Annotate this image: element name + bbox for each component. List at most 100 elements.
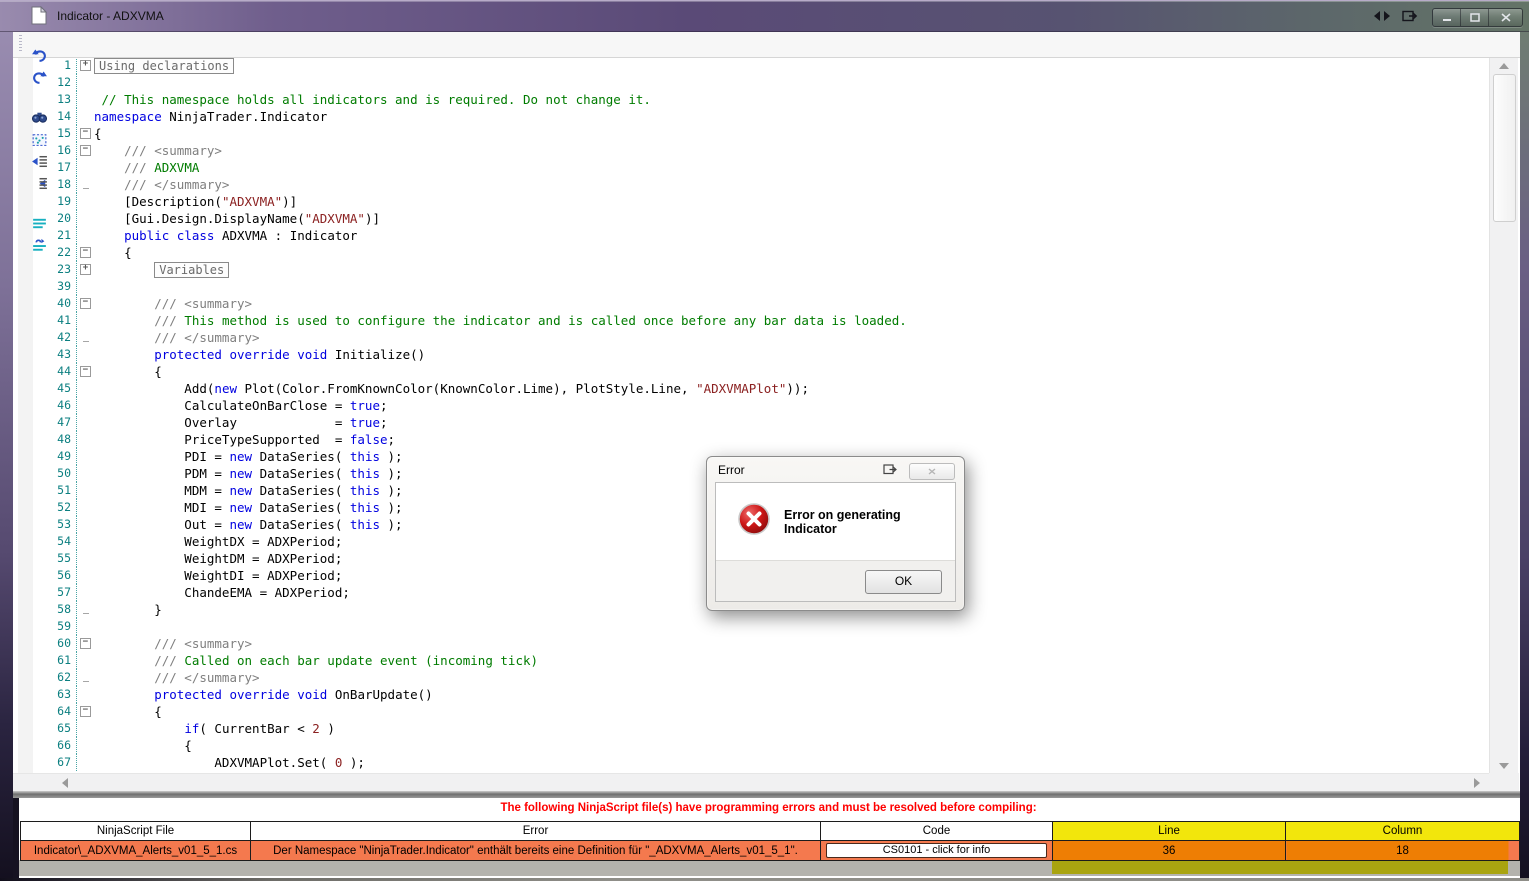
- fold-end-marker: [82, 188, 89, 189]
- fold-margin: −: [76, 363, 94, 380]
- code-text: /// </summary>: [94, 670, 260, 685]
- fold-margin: [76, 584, 94, 601]
- code-text: PriceTypeSupported = false;: [94, 432, 396, 447]
- undo-icon[interactable]: [28, 44, 51, 66]
- outdent-icon[interactable]: [28, 150, 51, 172]
- line-number: 65: [57, 721, 71, 735]
- code-text: ADXVMAPlot.Set( 0 );: [94, 755, 365, 770]
- error-code-button[interactable]: CS0101 - click for info: [826, 843, 1047, 858]
- fold-margin: [76, 652, 94, 669]
- minimize-button[interactable]: [1433, 9, 1461, 26]
- line-number: 45: [57, 381, 71, 395]
- scroll-down-icon[interactable]: [1490, 757, 1518, 774]
- fold-margin: [76, 278, 94, 295]
- find-icon[interactable]: [28, 106, 51, 128]
- fold-expand-icon[interactable]: +: [80, 264, 91, 275]
- indent-icon[interactable]: [28, 172, 51, 194]
- fold-margin: −: [76, 703, 94, 720]
- window-title: Indicator - ADXVMA: [57, 9, 164, 23]
- code-line: 42 /// </summary>: [13, 329, 1489, 346]
- code-line: 39: [13, 278, 1489, 295]
- collapsed-region-box[interactable]: Using declarations: [94, 58, 235, 74]
- line-number: 51: [57, 483, 71, 497]
- fold-margin: +: [76, 57, 94, 74]
- line-number: 67: [57, 755, 71, 769]
- error-cell: Der Namespace "NinjaTrader.Indicator" en…: [250, 840, 821, 861]
- code-line: 66 {: [13, 737, 1489, 754]
- window-frame-right: [1520, 31, 1529, 878]
- fold-collapse-icon[interactable]: −: [80, 366, 91, 377]
- code-text: {: [94, 364, 162, 379]
- redo-icon[interactable]: [28, 66, 51, 88]
- fold-collapse-icon[interactable]: −: [80, 706, 91, 717]
- line-number: 53: [57, 517, 71, 531]
- dialog-message: Error on generating Indicator: [784, 507, 901, 536]
- line-number: 64: [57, 704, 71, 718]
- fold-margin: −: [76, 295, 94, 312]
- line-number: 54: [57, 534, 71, 548]
- code-line: 13 // This namespace holds all indicator…: [13, 91, 1489, 108]
- line-number: 62: [57, 670, 71, 684]
- fold-margin: [76, 499, 94, 516]
- line-number: 55: [57, 551, 71, 565]
- column-header-code: Code: [820, 821, 1053, 841]
- comment-lines-icon[interactable]: [28, 212, 51, 234]
- fold-margin: [76, 448, 94, 465]
- fold-margin: [76, 227, 94, 244]
- window-frame-left: [0, 31, 13, 878]
- fold-margin: [76, 380, 94, 397]
- toolbar-gripper[interactable]: [19, 35, 22, 53]
- fold-margin: [76, 159, 94, 176]
- fold-collapse-icon[interactable]: −: [80, 247, 91, 258]
- uncomment-lines-icon[interactable]: [28, 234, 51, 256]
- code-text: Variables: [94, 261, 1489, 278]
- fold-collapse-icon[interactable]: −: [80, 638, 91, 649]
- dialog-close-button[interactable]: [909, 463, 955, 480]
- fold-margin: −: [76, 635, 94, 652]
- dock-arrows-icon[interactable]: [1374, 11, 1390, 21]
- panel-splitter[interactable]: [13, 791, 1520, 798]
- fold-end-marker: [82, 681, 89, 682]
- fold-collapse-icon[interactable]: −: [80, 298, 91, 309]
- collapsed-region-box[interactable]: Variables: [154, 262, 230, 278]
- line-number: 44: [57, 364, 71, 378]
- error-table: NinjaScript File Error Code Line Column Indi…: [20, 821, 1520, 861]
- detach-window-icon[interactable]: [1402, 9, 1418, 28]
- line-number: 60: [57, 636, 71, 650]
- error-table-row[interactable]: Indicator\_ADXVMA_Alerts_v01_5_1.cs Der N…: [20, 840, 1520, 861]
- fold-expand-icon[interactable]: +: [80, 60, 91, 71]
- code-text: protected override void Initialize(): [154, 347, 426, 362]
- fold-margin: [76, 669, 94, 686]
- line-number: 50: [57, 466, 71, 480]
- horizontal-scrollbar[interactable]: [13, 773, 1489, 792]
- code-text: {: [94, 126, 102, 141]
- fold-margin: [76, 482, 94, 499]
- error-table-header-row: NinjaScript File Error Code Line Column: [20, 821, 1520, 841]
- ok-button[interactable]: OK: [865, 570, 942, 594]
- fold-margin: [76, 516, 94, 533]
- scroll-up-icon[interactable]: [1490, 57, 1518, 74]
- maximize-button[interactable]: [1461, 9, 1489, 26]
- scroll-left-icon[interactable]: [55, 774, 75, 792]
- line-number: 56: [57, 568, 71, 582]
- app-window: Indicator - ADXVMA 1 + Using declarations 1…: [0, 0, 1529, 881]
- vertical-scrollbar-thumb[interactable]: [1493, 74, 1516, 222]
- code-line: 41 /// This method is used to configure …: [13, 312, 1489, 329]
- code-line: 47 Overlay = true;: [13, 414, 1489, 431]
- fold-margin: [76, 176, 94, 193]
- code-line: 63 protected override void OnBarUpdate(): [13, 686, 1489, 703]
- fold-margin: [76, 329, 94, 346]
- code-line: 44− {: [13, 363, 1489, 380]
- code-line: 12: [13, 74, 1489, 91]
- close-button[interactable]: [1489, 9, 1522, 26]
- select-grid-icon[interactable]: [28, 128, 51, 150]
- code-line: 20 [Gui.Design.DisplayName("ADXVMA")]: [13, 210, 1489, 227]
- code-editor[interactable]: 1 + Using declarations 12 13 // This namespa…: [13, 57, 1489, 773]
- dialog-detach-icon[interactable]: [883, 463, 898, 481]
- code-text: /// </summary>: [94, 177, 230, 192]
- line-number: 39: [57, 279, 71, 293]
- fold-collapse-icon[interactable]: −: [80, 145, 91, 156]
- fold-collapse-icon[interactable]: −: [80, 128, 91, 139]
- vertical-scrollbar[interactable]: [1489, 57, 1518, 774]
- scroll-right-icon[interactable]: [1467, 774, 1487, 792]
